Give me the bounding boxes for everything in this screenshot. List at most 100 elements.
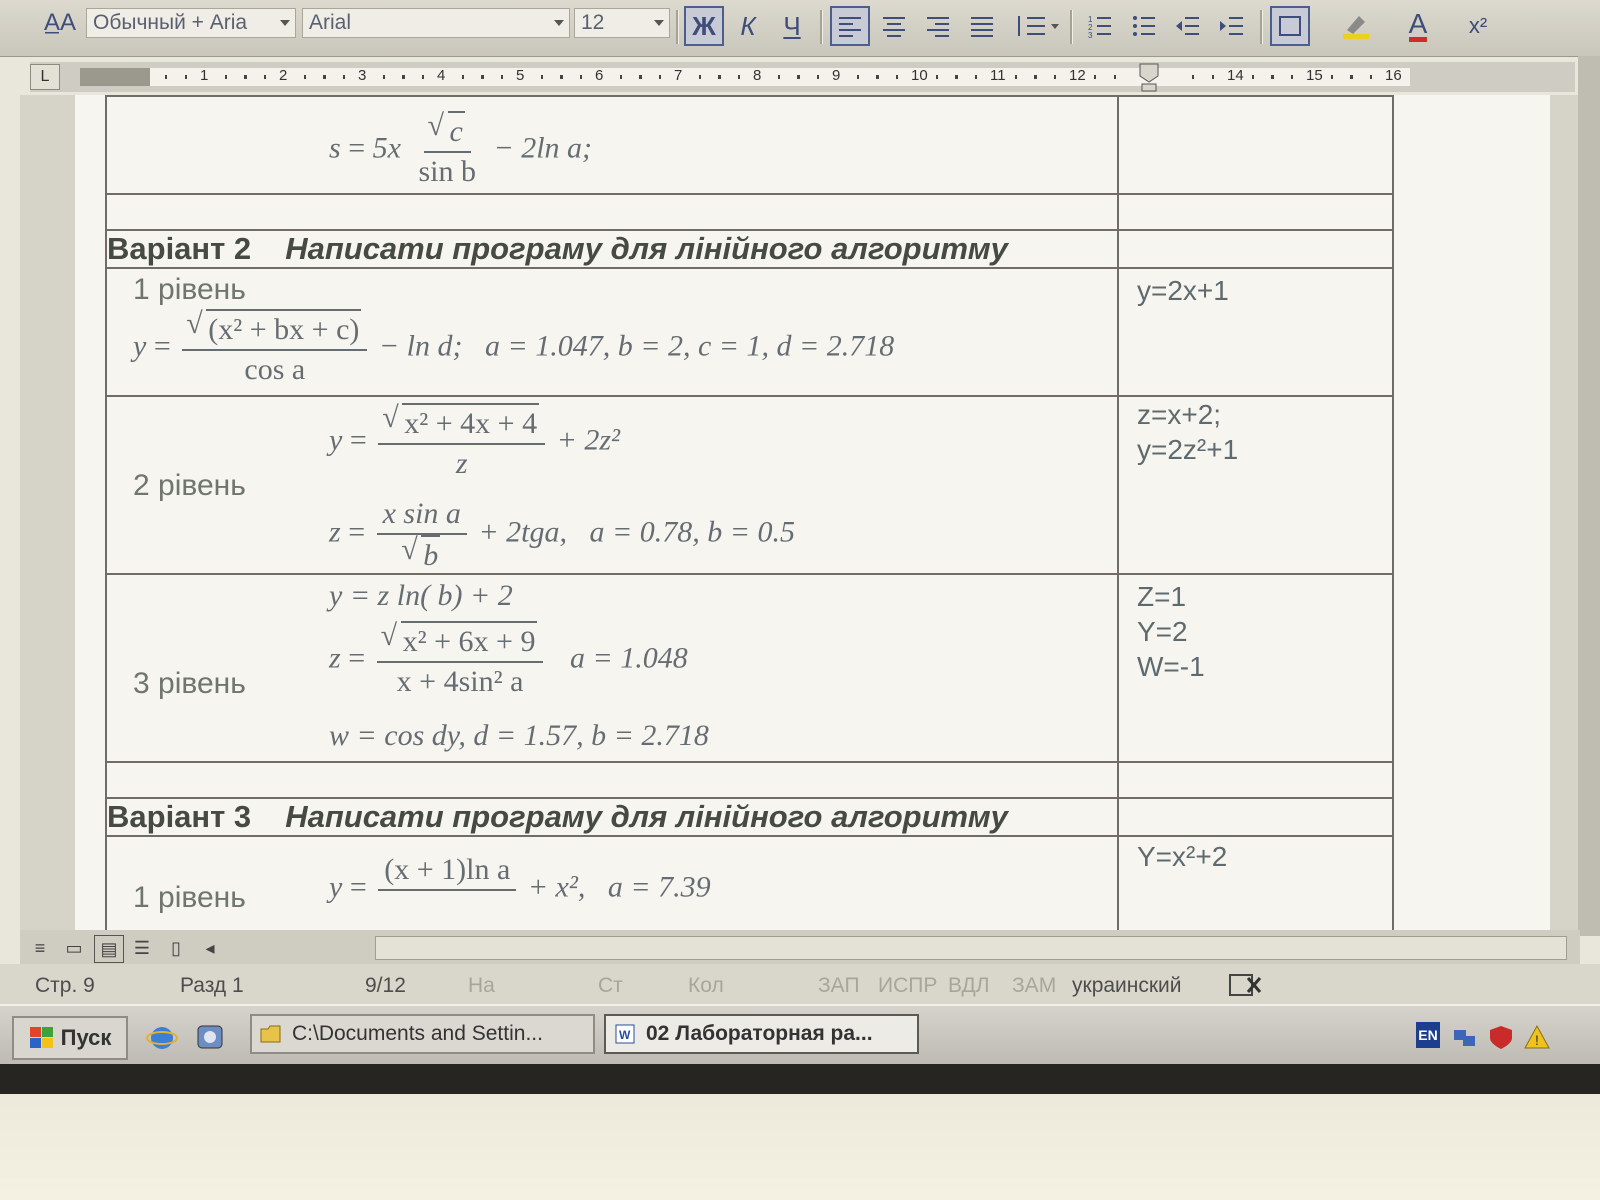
decrease-indent-icon[interactable] bbox=[1168, 6, 1208, 46]
status-page: Стр. 9 bbox=[35, 974, 95, 997]
print-view-icon[interactable]: ▤ bbox=[94, 935, 124, 963]
ruler-tick bbox=[1034, 75, 1036, 79]
ruler-tick bbox=[1114, 75, 1116, 79]
ruler-tick bbox=[975, 75, 977, 79]
tab-selector[interactable]: L bbox=[30, 64, 60, 90]
ruler-number: 1 bbox=[200, 67, 209, 84]
ruler-tick bbox=[165, 75, 167, 79]
ruler-number: 9 bbox=[832, 67, 841, 84]
justify-icon[interactable] bbox=[962, 6, 1002, 46]
formula-v2-l2-z: z = x sin ab + 2tga, a = 0.78, b = 0.5 bbox=[329, 495, 795, 574]
right-indent-marker[interactable] bbox=[1138, 62, 1160, 92]
bold-button[interactable]: Ж bbox=[684, 6, 724, 46]
start-label: Пуск bbox=[60, 1025, 112, 1050]
task-word-document[interactable]: W 02 Лабораторная ра... bbox=[604, 1014, 919, 1054]
align-right-icon[interactable] bbox=[918, 6, 958, 46]
ruler-number: 12 bbox=[1069, 67, 1086, 84]
ruler-tick bbox=[876, 75, 878, 79]
formula-s: s = 5x csin b − 2ln a; bbox=[329, 107, 592, 190]
ruler-tick bbox=[955, 75, 957, 79]
ruler-tick bbox=[264, 75, 266, 79]
scroll-left-icon[interactable]: ◂ bbox=[196, 935, 224, 961]
ruler-number: 2 bbox=[279, 67, 288, 84]
borders-icon[interactable] bbox=[1270, 6, 1310, 46]
language-indicator[interactable]: EN bbox=[1416, 1022, 1440, 1048]
status-rec[interactable]: ЗАП bbox=[818, 974, 860, 998]
ruler-tick bbox=[422, 75, 424, 79]
ruler-tick bbox=[639, 75, 641, 79]
formula-v2-l3-y: y = z ln( b) + 2 bbox=[329, 579, 513, 612]
windows-logo-icon bbox=[29, 1027, 53, 1048]
document-page[interactable]: s = 5x csin b − 2ln a; Варіант 2Написати… bbox=[75, 95, 1550, 931]
line-spacing-icon[interactable] bbox=[1010, 6, 1064, 46]
reading-view-icon[interactable]: ▯ bbox=[162, 935, 190, 961]
ruler-tick bbox=[1291, 75, 1293, 79]
status-ext[interactable]: ВДЛ bbox=[948, 974, 990, 998]
align-center-icon[interactable] bbox=[874, 6, 914, 46]
ruler-tick bbox=[402, 75, 404, 79]
formula-v2-l1: y = (x² + bx + c)cos a − ln d; a = 1.047… bbox=[133, 305, 894, 388]
normal-view-icon[interactable]: ≡ bbox=[26, 935, 54, 961]
status-trk[interactable]: ИСПР bbox=[878, 974, 937, 998]
superscript-button[interactable]: x² bbox=[1458, 6, 1498, 46]
font-size-value: 12 bbox=[581, 11, 605, 34]
level-1-label: 1 рівень bbox=[133, 273, 246, 306]
ruler-tick bbox=[185, 75, 187, 79]
ruler-tick bbox=[817, 75, 819, 79]
ruler-tick bbox=[659, 75, 661, 79]
antivirus-tray-icon[interactable] bbox=[1488, 1024, 1514, 1050]
font-color-letter: A bbox=[1408, 9, 1428, 42]
font-color-button[interactable]: A bbox=[1398, 6, 1438, 46]
underline-button[interactable]: Ч bbox=[772, 6, 812, 46]
svg-text:W: W bbox=[619, 1028, 631, 1042]
v3-level-1-label: 1 рівень bbox=[133, 881, 246, 914]
style-combo[interactable]: Обычный + Aria bbox=[86, 8, 296, 38]
answer-v2-l2-cell: z=x+2; y=2z²+1 bbox=[1117, 395, 1394, 575]
increase-indent-icon[interactable] bbox=[1212, 6, 1252, 46]
highlight-icon[interactable] bbox=[1336, 6, 1376, 46]
variant-2-heading: Варіант 2 Написати програму для лінійного… bbox=[105, 229, 1119, 269]
horizontal-scrollbar-thumb[interactable] bbox=[375, 936, 1567, 960]
spelling-status-icon[interactable] bbox=[1228, 972, 1264, 998]
ruler-tick bbox=[797, 75, 799, 79]
font-value: Arial bbox=[309, 11, 352, 34]
outline-view-icon[interactable]: ☰ bbox=[128, 935, 156, 961]
align-left-icon[interactable] bbox=[830, 6, 870, 46]
quick-launch-icon[interactable] bbox=[194, 1022, 226, 1052]
font-size-combo[interactable]: 12 bbox=[574, 8, 670, 38]
styles-icon[interactable]: A̲A bbox=[40, 6, 80, 40]
ruler-tick bbox=[718, 75, 720, 79]
status-pages: 9/12 bbox=[365, 974, 406, 997]
ruler-number: 16 bbox=[1385, 67, 1402, 84]
style-value: Обычный + Aria bbox=[93, 11, 248, 34]
ruler-number: 7 bbox=[674, 67, 683, 84]
internet-explorer-icon[interactable] bbox=[146, 1022, 178, 1052]
numbered-list-icon[interactable]: 123 bbox=[1080, 6, 1120, 46]
web-view-icon[interactable]: ▭ bbox=[60, 935, 88, 961]
ruler-tick bbox=[1331, 75, 1333, 79]
answer-v2-l3-cell: Z=1 Y=2 W=-1 bbox=[1117, 573, 1394, 763]
ruler-tick bbox=[580, 75, 582, 79]
formula-v3-l1: y = (x + 1)ln a + x², a = 7.39 bbox=[329, 853, 711, 904]
start-button[interactable]: Пуск bbox=[12, 1016, 128, 1060]
font-combo[interactable]: Arial bbox=[302, 8, 570, 38]
bullet-list-icon[interactable] bbox=[1124, 6, 1164, 46]
ruler-tick bbox=[620, 75, 622, 79]
answer-v2-l3: Z=1 Y=2 W=-1 bbox=[1137, 581, 1205, 682]
italic-button[interactable]: К bbox=[728, 6, 768, 46]
ruler-number: 14 bbox=[1227, 67, 1244, 84]
variant-3-level-1-cell: 1 рівень y = (x + 1)ln a + x², a = 7.39 bbox=[105, 835, 1119, 931]
svg-text:!: ! bbox=[1535, 1032, 1539, 1048]
formatting-toolbar: A̲A Обычный + Aria Arial 12 Ж К Ч 123 A … bbox=[0, 0, 1600, 57]
network-tray-icon[interactable] bbox=[1452, 1024, 1478, 1050]
ruler-tick bbox=[541, 75, 543, 79]
horizontal-ruler[interactable]: L 1 2 3 4 5 6 7 8 9 10 11 12 14 15 16 bbox=[30, 62, 1575, 92]
status-ovr[interactable]: ЗАМ bbox=[1012, 974, 1056, 998]
ruler-number: 10 bbox=[911, 67, 928, 84]
warning-tray-icon[interactable]: ! bbox=[1524, 1024, 1550, 1050]
task-explorer[interactable]: C:\Documents and Settin... bbox=[250, 1014, 595, 1054]
ruler-tick bbox=[462, 75, 464, 79]
vertical-scrollbar[interactable] bbox=[1578, 56, 1600, 936]
level-2-label: 2 рівень bbox=[133, 469, 246, 502]
formula-v2-l3-w: w = cos dy, d = 1.57, b = 2.718 bbox=[329, 719, 709, 752]
